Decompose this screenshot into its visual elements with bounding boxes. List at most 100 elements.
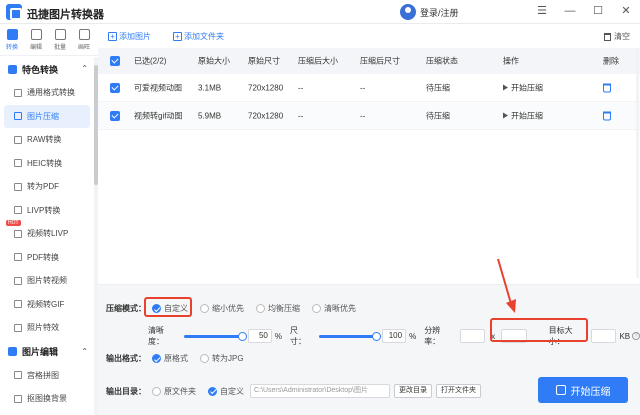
compress-icon <box>555 385 566 395</box>
pdf-convert-icon <box>14 253 22 262</box>
col-comp-size: 压缩后大小 <box>298 56 338 66</box>
sidebar-item-grid[interactable]: 宫格拼图 <box>0 364 94 388</box>
target-size-input[interactable] <box>590 329 617 343</box>
col-delete: 删除 <box>603 56 619 66</box>
add-folder-button[interactable]: + 添加文件夹 <box>173 31 224 42</box>
sidebar-item-pdf-convert[interactable]: PDF转换 <box>0 246 94 270</box>
window-controls: ☰ — ☐ ✕ <box>536 4 632 18</box>
start-compress-link[interactable]: 开始压缩 <box>503 82 543 93</box>
radio-icon <box>256 304 265 313</box>
highlight-box-target <box>490 318 588 342</box>
file-dim: 720x1280 <box>248 83 284 92</box>
clear-button[interactable]: 清空 <box>604 31 630 42</box>
row-checkbox[interactable] <box>110 82 120 93</box>
table-scrollbar[interactable] <box>636 48 639 278</box>
col-action: 操作 <box>503 56 519 66</box>
radio-icon <box>200 304 209 313</box>
help-icon[interactable]: ? <box>632 332 640 340</box>
format-original[interactable]: 原格式 <box>152 353 188 364</box>
sidebar-item-raw[interactable]: RAW转换 <box>0 128 94 152</box>
dir-custom[interactable]: 自定义 <box>208 386 244 397</box>
sidebar-item-livp[interactable]: LIVP转换 <box>0 199 94 223</box>
mode-clear[interactable]: 清晰优先 <box>312 303 356 314</box>
file-name: 视频转gif动图 <box>134 111 183 120</box>
select-all-checkbox[interactable] <box>110 56 120 66</box>
tab-batch[interactable]: 批量 <box>48 24 72 56</box>
start-compress-link[interactable]: 开始压缩 <box>503 110 543 121</box>
batch-icon <box>54 29 66 40</box>
sidebar-item-pdf[interactable]: 转为PDF <box>0 175 94 199</box>
size-input[interactable]: 100 <box>382 329 407 343</box>
clarity-input[interactable]: 50 <box>248 329 272 343</box>
sidebar-item-video-gif[interactable]: 视频转GIF <box>0 293 94 317</box>
size-slider[interactable] <box>318 331 382 341</box>
minimize-icon[interactable]: — <box>564 4 576 18</box>
sidebar-group-edit[interactable]: 图片编辑 ⌃ <box>0 340 94 364</box>
dir-label: 输出目录： <box>106 386 146 396</box>
start-compress-button[interactable]: 开始压缩 <box>538 377 628 403</box>
hot-badge: HOT <box>6 220 21 226</box>
mode-balanced[interactable]: 均衡压缩 <box>256 303 300 314</box>
mode-small[interactable]: 缩小优先 <box>200 303 244 314</box>
login-button[interactable]: 登录/注册 <box>400 4 459 20</box>
close-icon[interactable]: ✕ <box>620 4 632 18</box>
avatar-icon <box>400 4 416 20</box>
format-jpg[interactable]: 转为JPG <box>200 353 244 364</box>
add-image-button[interactable]: + 添加图片 <box>108 31 151 42</box>
col-orig-size: 原始大小 <box>198 56 230 66</box>
table-row: 视频转gif动图 5.9MB 720x1280 -- -- 待压缩 开始压缩 <box>98 102 640 130</box>
size-label: 尺寸： <box>290 326 307 346</box>
slider-knob[interactable] <box>372 331 382 341</box>
table-header: 已选(2/2) 原始大小 原始尺寸 压缩后大小 压缩后尺寸 压缩状态 操作 删除 <box>98 48 640 74</box>
draw-icon <box>78 29 90 40</box>
table-row: 可爱视频动图 3.1MB 720x1280 -- -- 待压缩 开始压缩 <box>98 74 640 102</box>
format-icon <box>14 88 22 97</box>
sidebar-item-compress[interactable]: 图片压缩 <box>4 104 90 128</box>
clarity-label: 清晰度： <box>148 326 164 346</box>
row-checkbox[interactable] <box>110 110 120 121</box>
delete-icon[interactable] <box>603 111 611 120</box>
file-dim: 720x1280 <box>248 111 284 120</box>
tab-edit[interactable]: 编辑 <box>24 24 48 56</box>
change-dir-button[interactable]: 更改目录 <box>394 384 432 398</box>
folder-icon: + <box>173 31 182 41</box>
open-folder-button[interactable]: 打开文件夹 <box>436 384 481 398</box>
slider-knob[interactable] <box>238 331 248 341</box>
trash-icon <box>604 32 611 41</box>
settings-panel: 压缩模式： 自定义 缩小优先 均衡压缩 清晰优先 清晰度： 50 % 尺寸： 1… <box>98 258 640 415</box>
sidebar-item-image-video[interactable]: 图片转视频 <box>0 269 94 293</box>
clarity-slider[interactable] <box>184 331 248 341</box>
title-bar: 迅捷图片转换器 登录/注册 ☰ — ☐ ✕ <box>0 0 640 24</box>
sidebar-item-video-livp[interactable]: HOT 视频转LIVP <box>0 220 94 246</box>
sidebar-group-feature[interactable]: 特色转换 ⌃ <box>0 57 94 81</box>
play-icon <box>503 84 508 91</box>
width-input[interactable] <box>459 329 486 343</box>
dir-original[interactable]: 原文件夹 <box>152 386 196 397</box>
delete-icon[interactable] <box>603 83 611 92</box>
tab-draw[interactable]: 画旺 <box>72 24 96 56</box>
sidebar-item-cutout[interactable]: 抠图换背景 <box>0 387 94 411</box>
mode-tabs: 转换 编辑 批量 画旺 <box>0 24 98 56</box>
tab-convert[interactable]: 转换 <box>0 24 24 56</box>
col-status: 压缩状态 <box>426 56 458 66</box>
sidebar-item-format[interactable]: 通用格式转换 <box>0 81 94 105</box>
edit-icon <box>30 29 42 40</box>
chevron-up-icon: ⌃ <box>81 64 88 73</box>
cutout-icon <box>14 394 22 403</box>
kb-unit: KB <box>619 331 631 341</box>
mode-label: 压缩模式： <box>106 304 146 313</box>
file-table: 已选(2/2) 原始大小 原始尺寸 压缩后大小 压缩后尺寸 压缩状态 操作 删除… <box>98 48 640 130</box>
menu-icon[interactable]: ☰ <box>536 4 548 18</box>
check-icon <box>208 386 217 396</box>
app-title: 迅捷图片转换器 <box>27 9 104 21</box>
effects-icon <box>14 323 22 332</box>
sidebar-item-heic[interactable]: HEIC转换 <box>0 152 94 176</box>
sidebar-item-effects[interactable]: 照片特效 <box>0 316 94 340</box>
percent-label: % <box>274 331 283 341</box>
convert-icon <box>6 29 18 40</box>
raw-icon <box>14 135 22 144</box>
output-path-field[interactable]: C:\Users\Administrator\Desktop\图片 <box>250 384 390 398</box>
maximize-icon[interactable]: ☐ <box>592 4 604 18</box>
percent-label: % <box>409 331 417 341</box>
status: 待压缩 <box>426 111 450 120</box>
